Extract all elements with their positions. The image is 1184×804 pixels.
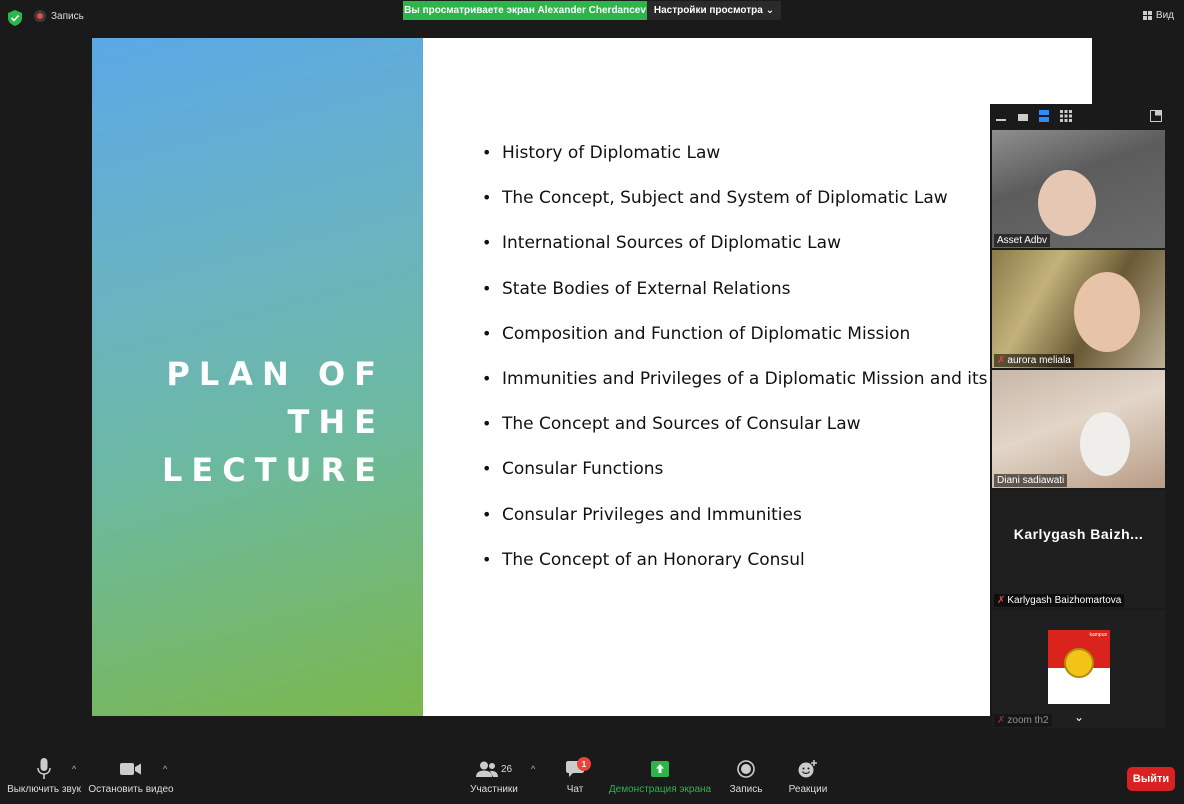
mute-label: Выключить звук xyxy=(7,784,81,795)
slide-title-line-1: PLAN OF xyxy=(166,355,385,393)
participant-name-label: ✗ Karlygash Baizhomartova xyxy=(994,594,1125,607)
participant-name-label: Asset Adbv xyxy=(994,234,1051,247)
share-screen-icon xyxy=(651,761,669,777)
participant-name: Diani sadiawati xyxy=(997,475,1065,486)
record-label: Запись xyxy=(729,784,763,795)
shield-icon[interactable] xyxy=(8,10,22,26)
participants-options-caret[interactable]: ^ xyxy=(531,764,535,774)
participant-name: Karlygash Baizhomartova xyxy=(1007,595,1122,606)
list-item: The Concept, Subject and System of Diplo… xyxy=(482,187,1033,232)
muted-mic-icon: ✗ xyxy=(997,595,1006,606)
participant-tile[interactable]: Karlygash Baizh... ✗ Karlygash Baizhomar… xyxy=(992,490,1165,608)
reactions-label: Реакции xyxy=(788,784,828,795)
participant-video xyxy=(1080,412,1130,476)
minimize-icon[interactable] xyxy=(996,112,1006,122)
lecture-topics-list: History of Diplomatic Law The Concept, S… xyxy=(482,142,1033,594)
list-item: State Bodies of External Relations xyxy=(482,278,1033,323)
grid-view-icon xyxy=(1142,11,1152,20)
list-item: The Concept and Sources of Consular Law xyxy=(482,413,1033,458)
zoom-meeting-window: Запись Вы просматриваете экран Alexander… xyxy=(0,0,1184,804)
participant-name: aurora meliala xyxy=(1007,355,1071,366)
participant-video-panel: Asset Adbv ✗ aurora meliala Diani sadiaw… xyxy=(990,104,1167,730)
video-options-caret[interactable]: ^ xyxy=(163,764,167,774)
leave-meeting-button[interactable]: Выйти xyxy=(1127,767,1175,791)
list-item: Consular Functions xyxy=(482,458,1033,503)
list-item: Consular Privileges and Immunities xyxy=(482,504,1033,549)
meeting-controls-bar: Выключить звук ^ Остановить видео ^ 26 У… xyxy=(0,754,1184,804)
microphone-icon xyxy=(37,758,51,779)
participants-count: 26 xyxy=(500,763,513,775)
slide-title: PLAN OF THE LECTURE xyxy=(92,350,385,494)
university-logo: kampus xyxy=(1048,630,1110,704)
participant-name-label: ✗ aurora meliala xyxy=(994,354,1074,367)
reactions-button[interactable]: Реакции xyxy=(787,754,829,804)
slide-title-line-2: THE LECTURE xyxy=(161,403,385,489)
slide-gradient-panel: PLAN OF THE LECTURE xyxy=(92,38,423,716)
view-settings-button[interactable]: Настройки просмотра ⌄ xyxy=(647,1,781,20)
video-camera-icon xyxy=(120,763,141,775)
list-item: History of Diplomatic Law xyxy=(482,142,1033,187)
muted-mic-icon: ✗ xyxy=(997,715,1006,726)
video-label: Остановить видео xyxy=(88,784,174,795)
exit-side-by-side-icon[interactable] xyxy=(1150,110,1162,122)
participant-display-name: Karlygash Baizh... xyxy=(1013,526,1144,542)
list-item: Composition and Function of Diplomatic M… xyxy=(482,323,1033,368)
share-label: Демонстрация экрана xyxy=(608,784,712,795)
view-button[interactable]: Вид xyxy=(1142,10,1174,21)
top-bar: Запись Вы просматриваете экран Alexander… xyxy=(0,0,1184,36)
recording-indicator[interactable]: Запись xyxy=(34,10,84,22)
strip-view-icon[interactable] xyxy=(1039,110,1049,123)
panel-toolbar xyxy=(990,104,1167,130)
mute-button[interactable]: Выключить звук xyxy=(7,754,81,804)
record-icon xyxy=(737,760,755,778)
chevron-down-icon: ⌄ xyxy=(765,5,775,16)
single-video-icon[interactable] xyxy=(1018,112,1028,122)
stop-video-button[interactable]: Остановить видео xyxy=(88,754,174,804)
participant-name-label: ✗ zoom th2 xyxy=(994,714,1052,727)
participant-video xyxy=(1074,272,1140,352)
view-settings-label: Настройки просмотра xyxy=(653,5,763,16)
emblem-icon xyxy=(1064,648,1094,678)
participants-label: Участники xyxy=(470,784,518,795)
list-item: International Sources of Diplomatic Law xyxy=(482,232,1033,277)
people-icon xyxy=(475,761,498,777)
logo-text: kampus xyxy=(1089,632,1107,638)
participant-name: Asset Adbv xyxy=(997,235,1048,246)
list-item: Immunities and Privileges of a Diplomati… xyxy=(482,368,1033,413)
participant-name: zoom th2 xyxy=(1007,715,1049,726)
recording-label: Запись xyxy=(51,10,84,22)
view-label: Вид xyxy=(1155,10,1174,21)
chat-label: Чат xyxy=(566,784,584,795)
participant-tile[interactable]: ✗ aurora meliala xyxy=(992,250,1165,368)
participant-name-label: Diani sadiawati xyxy=(994,474,1068,487)
list-item: The Concept of an Honorary Consul xyxy=(482,549,1033,594)
audio-options-caret[interactable]: ^ xyxy=(72,764,76,774)
participant-tile[interactable]: Diani sadiawati xyxy=(992,370,1165,488)
emoji-plus-icon xyxy=(798,760,817,778)
participant-tile[interactable]: kampus ✗ zoom th2 ⌄ xyxy=(992,610,1165,728)
record-button[interactable]: Запись xyxy=(729,754,763,804)
participants-button[interactable]: 26 Участники xyxy=(470,754,518,804)
muted-mic-icon: ✗ xyxy=(997,355,1006,366)
participant-video xyxy=(1038,170,1096,236)
chat-unread-badge: 1 xyxy=(577,757,591,771)
chevron-down-icon[interactable]: ⌄ xyxy=(1074,710,1084,724)
record-dot-icon xyxy=(34,10,46,22)
shared-screen-slide: PLAN OF THE LECTURE History of Diplomati… xyxy=(92,38,1092,716)
participant-tile[interactable]: Asset Adbv xyxy=(992,130,1165,248)
share-screen-button[interactable]: Демонстрация экрана xyxy=(608,754,712,804)
screen-share-banner: Вы просматриваете экран Alexander Cherda… xyxy=(403,1,647,20)
gallery-view-icon[interactable] xyxy=(1060,110,1072,122)
